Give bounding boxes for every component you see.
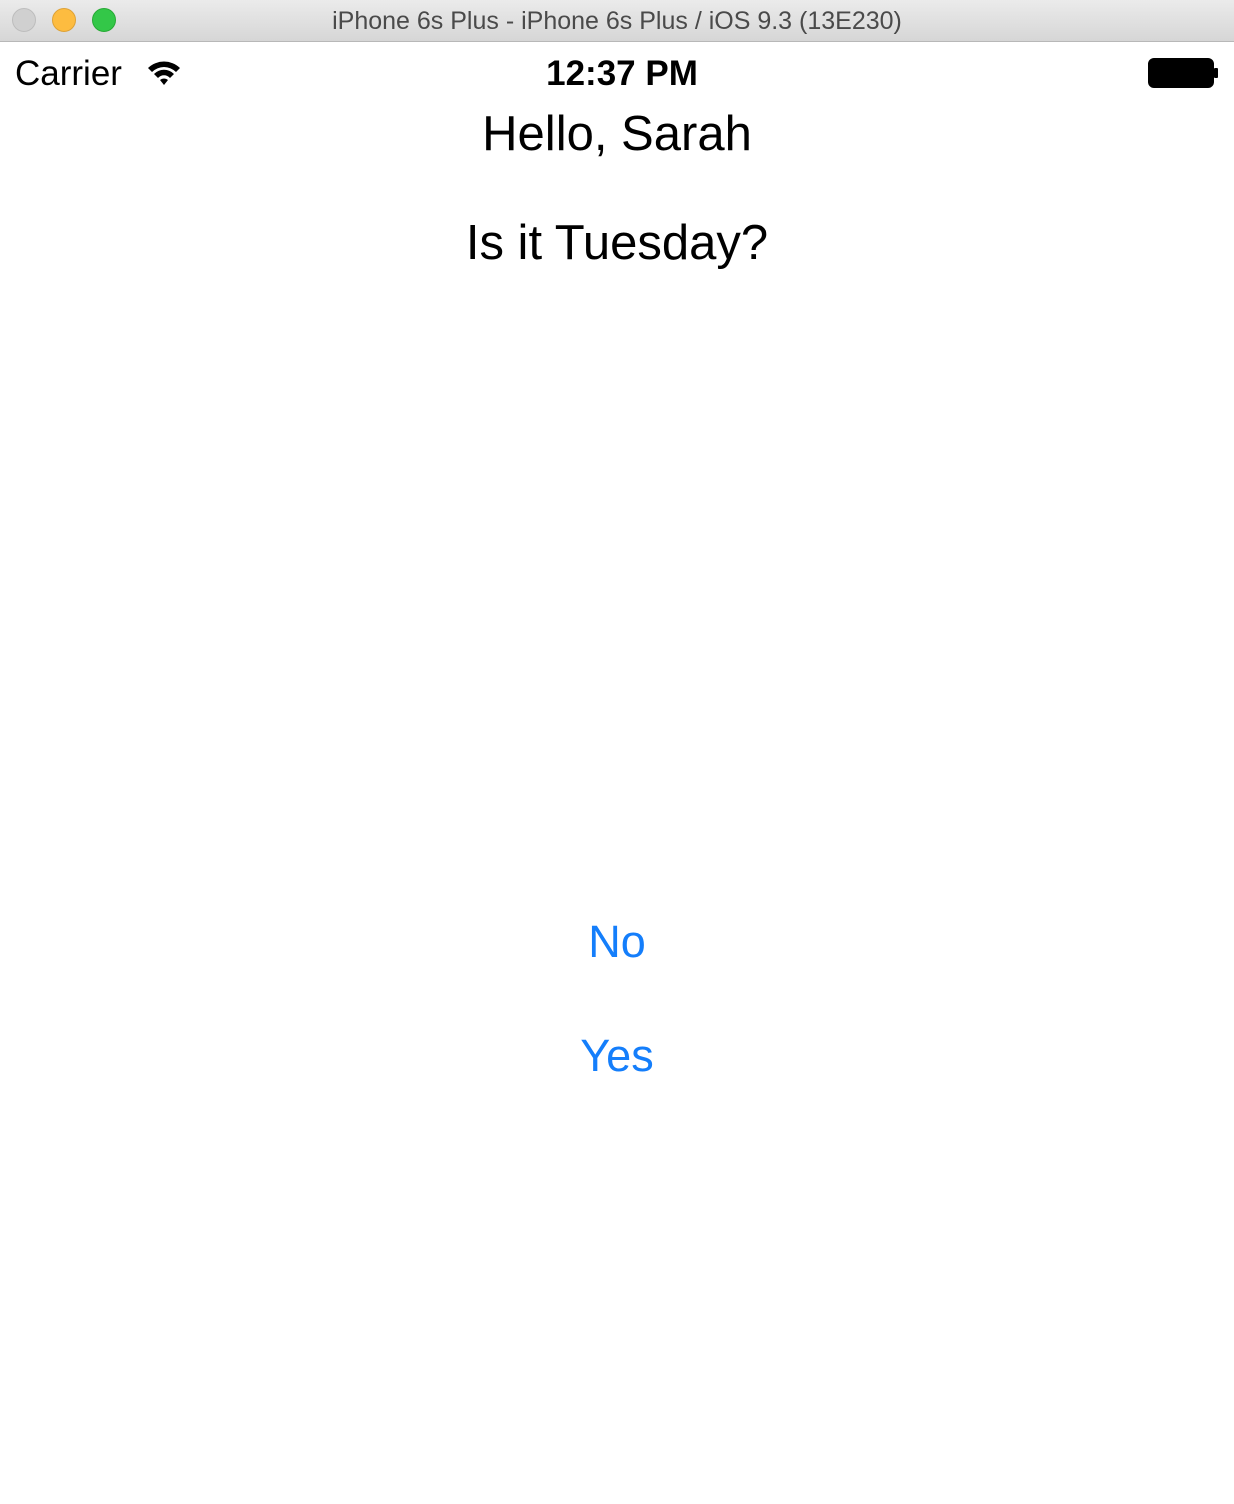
ios-status-bar: Carrier 12:37 PM (0, 42, 1234, 104)
status-time: 12:37 PM (546, 54, 698, 93)
question-label: Is it Tuesday? (465, 216, 769, 270)
greeting-label: Hello, Sarah (482, 107, 752, 161)
window-title-bar: iPhone 6s Plus - iPhone 6s Plus / iOS 9.… (0, 0, 1234, 42)
yes-button[interactable]: Yes (517, 1024, 717, 1088)
simulator-window: iPhone 6s Plus - iPhone 6s Plus / iOS 9.… (0, 0, 1234, 1504)
no-button[interactable]: No (517, 910, 717, 974)
window-title: iPhone 6s Plus - iPhone 6s Plus / iOS 9.… (332, 7, 902, 35)
battery-icon (1148, 58, 1218, 88)
